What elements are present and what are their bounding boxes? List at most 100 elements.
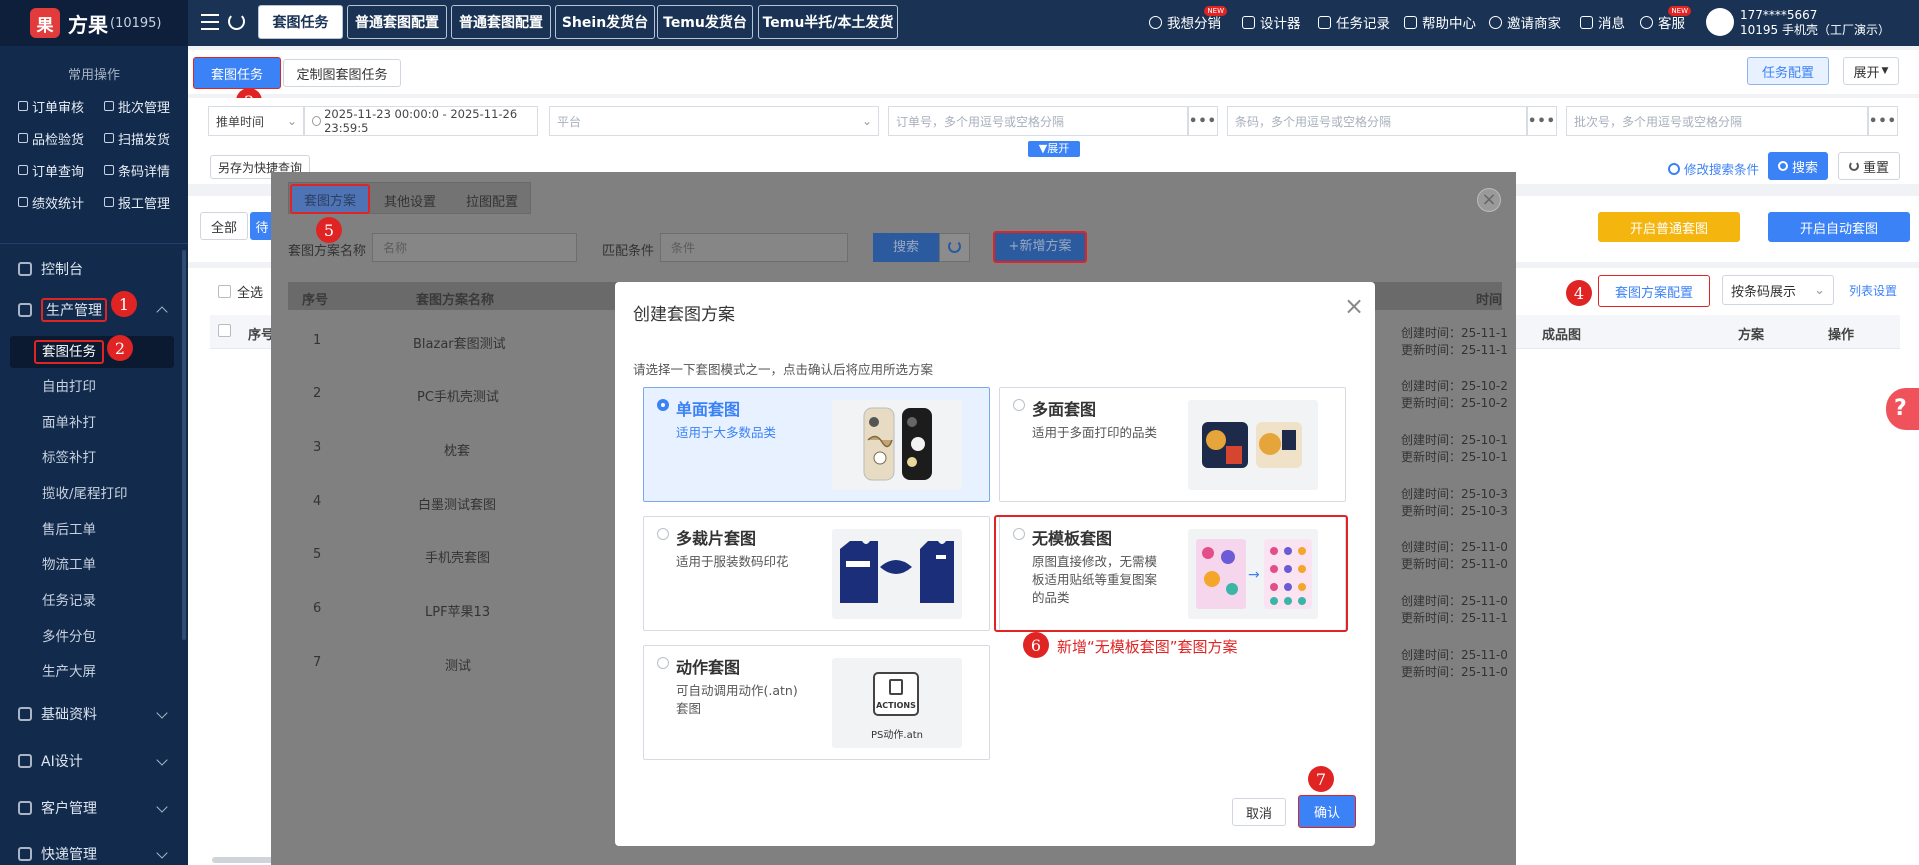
nav-express[interactable]: 快递管理 bbox=[0, 837, 188, 865]
expand-filters-toggle[interactable]: ▼展开 bbox=[1028, 141, 1080, 157]
close-icon[interactable]: × bbox=[1477, 188, 1501, 212]
sidebar-item-big-screen[interactable]: 生产大屏 bbox=[0, 657, 188, 687]
batch-input[interactable]: 批次号，多个用逗号或空格分隔 bbox=[1566, 106, 1868, 136]
app-logo[interactable]: 果 方果 (10195) bbox=[0, 0, 188, 46]
table-row-name[interactable]: PC手机壳测试 bbox=[417, 386, 499, 405]
radio-unselected[interactable] bbox=[657, 528, 669, 540]
sidebar-item-multi-pack[interactable]: 多件分包 bbox=[0, 622, 188, 652]
table-row-seq: 5 bbox=[313, 547, 322, 562]
nav-customer[interactable]: 客户管理 bbox=[0, 791, 188, 825]
table-row-name[interactable]: 枕套 bbox=[444, 440, 470, 459]
radio-selected[interactable] bbox=[657, 399, 669, 411]
help-float-icon[interactable]: ? bbox=[1886, 388, 1919, 430]
option-multi-face[interactable]: 多面套图 适用于多面打印的品类 bbox=[999, 387, 1346, 502]
sidebar-item-logistics-order[interactable]: 物流工单 bbox=[0, 550, 188, 580]
chevron-down-icon bbox=[156, 801, 168, 813]
table-row-name[interactable]: 白墨测试套图 bbox=[418, 494, 496, 513]
avatar[interactable] bbox=[1706, 8, 1734, 36]
dialog-cancel-button[interactable]: 取消 bbox=[1232, 798, 1286, 826]
link-distribute[interactable]: 我想分销 NEW bbox=[1149, 6, 1227, 32]
quick-op-barcode[interactable]: 条码详情 bbox=[104, 157, 188, 183]
quick-op-batch[interactable]: 批次管理 bbox=[104, 93, 188, 119]
column-settings-link[interactable]: 列表设置 bbox=[1849, 282, 1897, 299]
order-more-button[interactable]: ••• bbox=[1188, 106, 1218, 136]
time-type-select[interactable]: 推单时间 ⌄ bbox=[208, 106, 304, 136]
option-single-face[interactable]: 单面套图 适用于大多数品类 bbox=[643, 387, 990, 502]
user-info[interactable]: 177****5667 10195 手机壳（工厂演示） bbox=[1740, 8, 1890, 38]
table-row-name[interactable]: 测试 bbox=[445, 655, 471, 674]
overlay-search-button[interactable]: 搜索 bbox=[873, 233, 939, 262]
link-message[interactable]: 消息 bbox=[1580, 12, 1625, 32]
overlay-tab-other[interactable]: 其他设置 bbox=[384, 191, 436, 210]
link-help[interactable]: 帮助中心 bbox=[1404, 12, 1476, 32]
sidebar-item-tuo-task[interactable]: 套图任务 bbox=[10, 336, 174, 368]
quick-op-scan-ship[interactable]: 扫描发货 bbox=[104, 125, 188, 151]
scheme-config-button[interactable]: 套图方案配置 bbox=[1598, 275, 1710, 307]
radio-unselected[interactable] bbox=[1013, 399, 1025, 411]
task-config-button[interactable]: 任务配置 bbox=[1747, 57, 1829, 85]
tab-normal-config-1[interactable]: 普通套图配置 bbox=[347, 5, 447, 39]
tab-temu[interactable]: Temu发货台 bbox=[657, 5, 753, 39]
nav-production[interactable]: 生产管理 bbox=[0, 293, 188, 327]
modify-conditions-link[interactable]: 修改搜索条件 bbox=[1668, 159, 1759, 178]
sidebar-item-free-print[interactable]: 自由打印 bbox=[0, 372, 188, 402]
nav-basic-data[interactable]: 基础资料 bbox=[0, 697, 188, 731]
radio-unselected[interactable] bbox=[657, 657, 669, 669]
table-row-name[interactable]: Blazar套图测试 bbox=[413, 333, 506, 352]
tab-shein[interactable]: Shein发货台 bbox=[555, 5, 655, 39]
link-designer[interactable]: 设计器 bbox=[1242, 12, 1301, 32]
overlay-tab-pull[interactable]: 拉图配置 bbox=[466, 191, 518, 210]
content-tab-tuo-task[interactable]: 套图任务 bbox=[193, 57, 281, 89]
date-range-input[interactable]: 2025-11-23 00:00:0 - 2025-11-26 23:59:5 bbox=[304, 106, 538, 136]
overlay-match-input[interactable]: 条件 bbox=[660, 233, 848, 262]
nav-dashboard[interactable]: 控制台 bbox=[0, 252, 188, 286]
expand-dropdown[interactable]: 展开 ▼ bbox=[1843, 57, 1899, 85]
row-checkbox-all[interactable] bbox=[218, 324, 231, 337]
actions-file-preview: ACTIONS PS动作.atn bbox=[832, 658, 962, 748]
option-action[interactable]: 动作套图 可自动调用动作(.atn)套图 ACTIONS PS动作.atn bbox=[643, 645, 990, 760]
barcode-more-button[interactable]: ••• bbox=[1527, 106, 1557, 136]
quick-op-order-review[interactable]: 订单审核 bbox=[18, 93, 102, 119]
dialog-confirm-button[interactable]: 确认 bbox=[1298, 795, 1356, 828]
clock-icon bbox=[312, 116, 322, 126]
barcode-input[interactable]: 条码，多个用逗号或空格分隔 bbox=[1227, 106, 1527, 136]
menu-icon[interactable] bbox=[201, 14, 219, 30]
tab-tuo-task[interactable]: 套图任务 bbox=[258, 5, 343, 39]
link-service[interactable]: 客服 NEW bbox=[1640, 6, 1691, 32]
search-button[interactable]: 搜索 bbox=[1768, 152, 1828, 180]
overlay-tab-scheme[interactable]: 套图方案 bbox=[290, 184, 370, 214]
link-task-log[interactable]: 任务记录 bbox=[1318, 12, 1390, 32]
overlay-refresh-button[interactable] bbox=[939, 233, 970, 262]
refresh-icon[interactable] bbox=[228, 13, 245, 30]
filter-all[interactable]: 全部 bbox=[200, 212, 248, 240]
sidebar-item-waybill-reprint[interactable]: 面单补打 bbox=[0, 408, 188, 438]
batch-more-button[interactable]: ••• bbox=[1868, 106, 1898, 136]
sidebar-item-pickup-print[interactable]: 揽收/尾程打印 bbox=[0, 479, 188, 509]
display-mode-select[interactable]: 按条码展示 ⌄ bbox=[1722, 275, 1834, 305]
reset-button[interactable]: 重置 bbox=[1838, 152, 1900, 180]
option-multi-cut[interactable]: 多裁片套图 适用于服装数码印花 bbox=[643, 516, 990, 631]
open-auto-tuo-button[interactable]: 开启自动套图 bbox=[1768, 212, 1910, 242]
tab-temu-semi[interactable]: Temu半托/本土发货 bbox=[758, 5, 898, 39]
quick-op-report[interactable]: 报工管理 bbox=[104, 189, 188, 215]
open-normal-tuo-button[interactable]: 开启普通套图 bbox=[1598, 212, 1740, 242]
quick-op-performance[interactable]: 绩效统计 bbox=[18, 189, 102, 215]
quick-op-order-query[interactable]: 订单查询 bbox=[18, 157, 102, 183]
quick-op-inspect[interactable]: 品检验货 bbox=[18, 125, 102, 151]
sidebar-item-task-log[interactable]: 任务记录 bbox=[0, 586, 188, 616]
platform-select[interactable]: 平台 ⌄ bbox=[549, 106, 879, 136]
sidebar-item-after-sales[interactable]: 售后工单 bbox=[0, 515, 188, 545]
dialog-close-icon[interactable]: × bbox=[1344, 294, 1364, 318]
add-scheme-button[interactable]: +新增方案 bbox=[993, 231, 1087, 263]
table-row-name[interactable]: LPF苹果13 bbox=[425, 601, 490, 620]
link-invite[interactable]: 邀请商家 bbox=[1489, 12, 1561, 32]
select-all-checkbox[interactable]: 全选 bbox=[218, 282, 263, 301]
table-row-name[interactable]: 手机壳套图 bbox=[425, 547, 490, 566]
sidebar-item-label-reprint[interactable]: 标签补打 bbox=[0, 443, 188, 473]
overlay-name-input[interactable]: 名称 bbox=[372, 233, 577, 262]
order-number-input[interactable]: 订单号，多个用逗号或空格分隔 bbox=[888, 106, 1188, 136]
content-tab-custom[interactable]: 定制图套图任务 bbox=[283, 59, 401, 87]
nav-ai-design[interactable]: AI设计 bbox=[0, 744, 188, 778]
sidebar-scrollbar[interactable] bbox=[182, 250, 186, 640]
tab-normal-config-2[interactable]: 普通套图配置 bbox=[451, 5, 551, 39]
